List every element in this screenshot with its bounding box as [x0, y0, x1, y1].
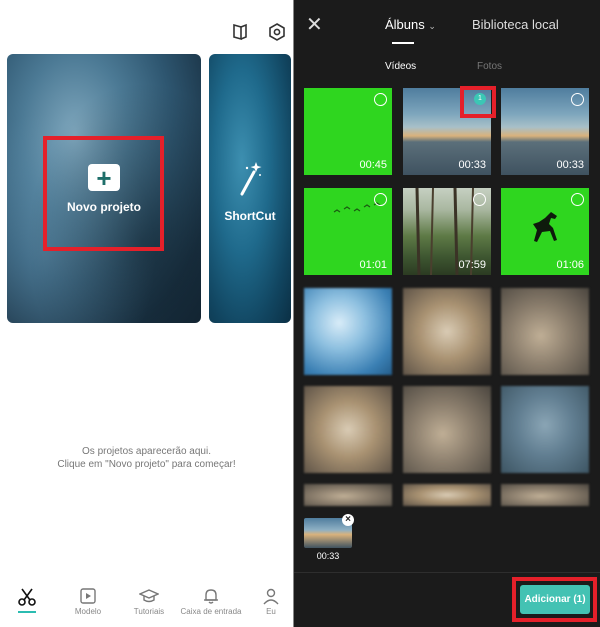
media-thumb-blurred[interactable]	[304, 288, 392, 375]
selected-media-duration: 00:33	[316, 551, 340, 561]
media-thumb[interactable]: 01:06	[501, 188, 589, 275]
media-thumb-blurred[interactable]	[304, 484, 392, 506]
new-project-label: Novo projeto	[67, 200, 141, 214]
media-thumb[interactable]: 00:33	[501, 88, 589, 175]
graduation-cap-icon	[139, 589, 159, 603]
media-duration: 00:33	[556, 159, 584, 171]
subtab-videos[interactable]: Vídeos	[385, 61, 416, 72]
plus-icon[interactable]: +	[88, 164, 120, 191]
media-duration: 07:59	[458, 259, 486, 271]
media-thumb[interactable]: 00:45	[304, 88, 392, 175]
media-thumb-blurred[interactable]	[403, 484, 491, 506]
select-circle[interactable]	[571, 193, 584, 206]
remove-selected-icon[interactable]: ×	[342, 514, 354, 526]
nav-label-tutoriais: Tutoriais	[133, 607, 165, 616]
magic-wand-icon	[240, 162, 262, 196]
select-circle[interactable]	[374, 193, 387, 206]
media-duration: 00:33	[458, 159, 486, 171]
subtab-photos[interactable]: Fotos	[477, 61, 502, 72]
media-thumb-blurred[interactable]	[403, 386, 491, 473]
nav-active-indicator	[18, 611, 36, 613]
nav-item-tutoriais[interactable]: Tutoriais	[120, 583, 178, 616]
add-button-highlight	[512, 577, 597, 622]
nav-label-modelo: Modelo	[74, 607, 102, 616]
media-duration: 01:06	[556, 259, 584, 271]
birds-image	[333, 202, 381, 213]
nav-label-eu: Eu	[266, 607, 276, 616]
bottom-bar-divider	[294, 572, 600, 573]
settings-icon[interactable]	[267, 22, 287, 42]
user-icon	[263, 588, 279, 605]
empty-message-line2: Clique em "Novo projeto" para começar!	[57, 459, 236, 470]
nav-item-edit[interactable]	[0, 583, 56, 609]
horse-image	[533, 212, 557, 242]
nav-item-modelo[interactable]: Modelo	[59, 583, 117, 616]
nav-item-eu[interactable]: Eu	[242, 583, 300, 616]
selection-highlight	[460, 86, 496, 118]
book-icon[interactable]	[230, 22, 250, 42]
tab-albums[interactable]: Álbuns ⌄	[385, 17, 436, 32]
bell-icon	[204, 589, 218, 604]
empty-projects-message: Os projetos aparecerão aqui. Clique em "…	[0, 445, 293, 471]
media-thumb[interactable]: 07:59	[403, 188, 491, 275]
tab-local-library[interactable]: Biblioteca local	[472, 17, 559, 32]
nav-item-inbox[interactable]: Caixa de entrada	[180, 583, 242, 616]
new-project-highlight	[43, 136, 164, 251]
media-thumb-blurred[interactable]	[501, 288, 589, 375]
tab-albums-underline	[392, 42, 414, 44]
home-screen: + Novo projeto ShortCut Os projetos apar…	[0, 0, 293, 627]
select-circle[interactable]	[473, 193, 486, 206]
select-circle[interactable]	[571, 93, 584, 106]
select-circle[interactable]	[374, 93, 387, 106]
template-icon	[80, 588, 96, 604]
empty-message-line1: Os projetos aparecerão aqui.	[82, 446, 211, 457]
media-thumb-blurred[interactable]	[304, 386, 392, 473]
shortcut-label: ShortCut	[224, 209, 276, 223]
close-icon[interactable]: ✕	[306, 15, 323, 35]
chevron-down-icon: ⌄	[428, 21, 436, 31]
media-duration: 01:01	[359, 259, 387, 271]
media-thumb-blurred[interactable]	[501, 484, 589, 506]
scissors-icon	[18, 588, 36, 606]
media-thumb-blurred[interactable]	[403, 288, 491, 375]
media-thumb[interactable]: 01:01	[304, 188, 392, 275]
media-duration: 00:45	[359, 159, 387, 171]
tab-albums-label: Álbuns	[385, 17, 425, 32]
bottom-navigation: Modelo Tutoriais Caixa de entrada Eu	[0, 583, 293, 627]
nav-label-inbox: Caixa de entrada	[180, 607, 242, 616]
media-thumb-blurred[interactable]	[501, 386, 589, 473]
